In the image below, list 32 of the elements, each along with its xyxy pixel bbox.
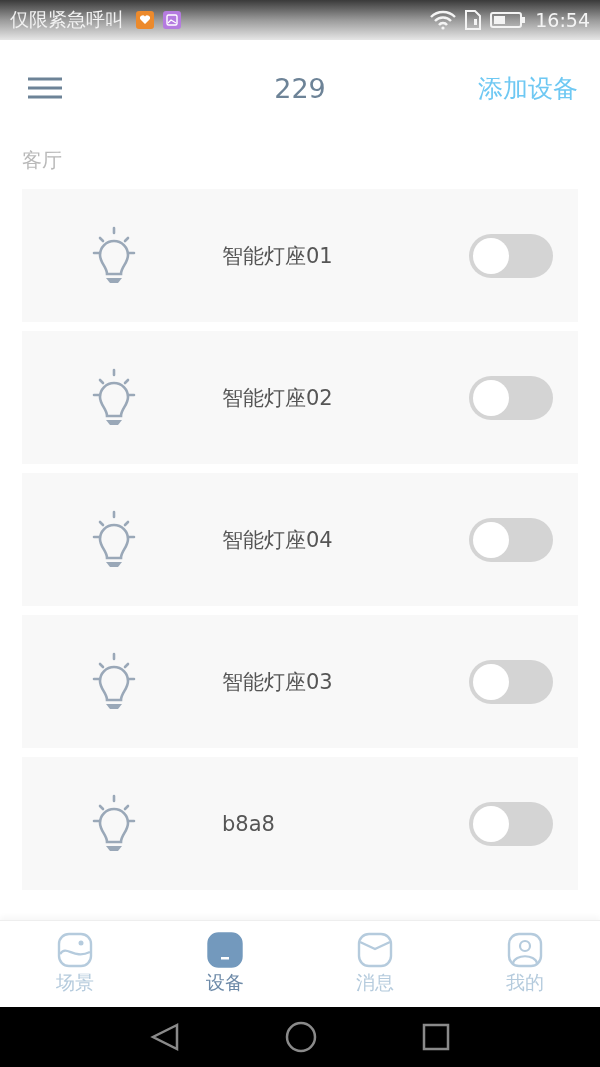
battery-icon	[490, 11, 527, 29]
back-icon[interactable]	[150, 1022, 180, 1052]
clock-text: 16:54	[535, 9, 590, 31]
nav-tab[interactable]: 设备	[150, 921, 300, 1007]
device-icon	[207, 932, 243, 968]
power-toggle[interactable]	[469, 659, 553, 704]
envelope-icon	[357, 932, 393, 968]
power-toggle[interactable]	[469, 233, 553, 278]
device-card[interactable]: 智能灯座02	[22, 331, 578, 464]
device-card[interactable]: b8a8	[22, 757, 578, 890]
device-name: 智能灯座02	[222, 384, 333, 412]
menu-icon[interactable]	[28, 77, 62, 99]
device-name: 智能灯座01	[222, 242, 333, 270]
device-card[interactable]: 智能灯座04	[22, 473, 578, 606]
section-title: 客厅	[22, 147, 62, 174]
recent-apps-icon[interactable]	[422, 1023, 450, 1051]
landscape-icon	[57, 932, 93, 968]
person-icon	[507, 932, 543, 968]
carrier-text: 仅限紧急呼叫	[10, 7, 124, 32]
power-toggle[interactable]	[469, 517, 553, 562]
image-icon	[163, 11, 181, 29]
device-name: 智能灯座03	[222, 668, 333, 696]
page-title: 229	[274, 72, 326, 104]
device-card[interactable]: 智能灯座03	[22, 615, 578, 748]
device-name: b8a8	[222, 811, 275, 836]
power-toggle[interactable]	[469, 801, 553, 846]
wifi-icon	[430, 10, 457, 30]
power-toggle[interactable]	[469, 375, 553, 420]
device-card[interactable]: 智能灯座01	[22, 189, 578, 322]
device-name: 智能灯座04	[222, 526, 333, 554]
sim-card-icon	[465, 10, 482, 30]
home-icon[interactable]	[285, 1021, 317, 1053]
